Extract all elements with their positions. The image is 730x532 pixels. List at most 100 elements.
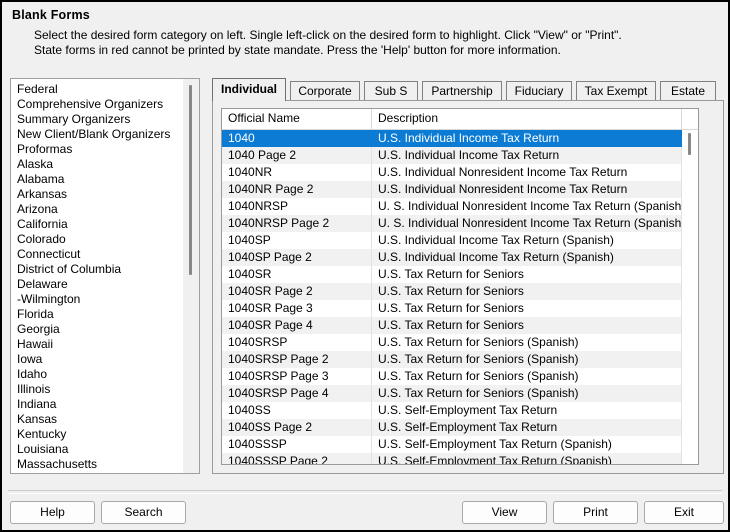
- cell-official-name: 1040: [222, 130, 372, 147]
- category-list-item[interactable]: Comprehensive Organizers: [11, 97, 183, 112]
- cell-description: U.S. Tax Return for Seniors: [372, 266, 682, 283]
- cell-description: U.S. Tax Return for Seniors (Spanish): [372, 385, 682, 402]
- table-row[interactable]: 1040SRSP Page 2U.S. Tax Return for Senio…: [222, 351, 698, 368]
- table-row[interactable]: 1040SPU.S. Individual Income Tax Return …: [222, 232, 698, 249]
- category-list-item[interactable]: Kentucky: [11, 427, 183, 442]
- table-row[interactable]: 1040SP Page 2U.S. Individual Income Tax …: [222, 249, 698, 266]
- category-list-item[interactable]: Iowa: [11, 352, 183, 367]
- category-list-item[interactable]: California: [11, 217, 183, 232]
- table-row[interactable]: 1040SR Page 3U.S. Tax Return for Seniors: [222, 300, 698, 317]
- cell-official-name: 1040SRSP Page 2: [222, 351, 372, 368]
- cell-description: U.S. Tax Return for Seniors (Spanish): [372, 368, 682, 385]
- table-row[interactable]: 1040NRSP Page 2U. S. Individual Nonresid…: [222, 215, 698, 232]
- forms-grid-scrollbar-thumb[interactable]: [688, 133, 691, 155]
- tab-panel-individual: Official NameDescription 1040U.S. Indivi…: [212, 100, 724, 474]
- bottom-separator: [8, 490, 722, 494]
- cell-description: U.S. Individual Income Tax Return (Spani…: [372, 232, 682, 249]
- tab-strip: IndividualCorporateSub SPartnershipFiduc…: [212, 78, 724, 101]
- table-row[interactable]: 1040NR Page 2U.S. Individual Nonresident…: [222, 181, 698, 198]
- table-row[interactable]: 1040SRSP Page 4U.S. Tax Return for Senio…: [222, 385, 698, 402]
- category-list-item[interactable]: Proformas: [11, 142, 183, 157]
- table-row[interactable]: 1040SRU.S. Tax Return for Seniors: [222, 266, 698, 283]
- cell-description: U.S. Individual Nonresident Income Tax R…: [372, 164, 682, 181]
- category-list-item[interactable]: Delaware: [11, 277, 183, 292]
- cell-official-name: 1040SRSP Page 4: [222, 385, 372, 402]
- help-button[interactable]: Help: [10, 501, 95, 524]
- exit-button[interactable]: Exit: [644, 501, 724, 524]
- tab-sub-s[interactable]: Sub S: [364, 81, 418, 101]
- category-list-item[interactable]: Arizona: [11, 202, 183, 217]
- tab-individual[interactable]: Individual: [212, 78, 286, 101]
- cell-official-name: 1040SP Page 2: [222, 249, 372, 266]
- cell-official-name: 1040SS Page 2: [222, 419, 372, 436]
- table-row[interactable]: 1040SRSPU.S. Tax Return for Seniors (Spa…: [222, 334, 698, 351]
- category-list-item[interactable]: -Wilmington: [11, 292, 183, 307]
- category-list: FederalComprehensive OrganizersSummary O…: [11, 79, 183, 474]
- cell-description: U.S. Individual Income Tax Return (Spani…: [372, 249, 682, 266]
- table-row[interactable]: 1040SR Page 4U.S. Tax Return for Seniors: [222, 317, 698, 334]
- category-list-item[interactable]: Georgia: [11, 322, 183, 337]
- category-list-item[interactable]: Maryland: [11, 472, 183, 474]
- table-row[interactable]: 1040SSSP Page 2U.S. Self-Employment Tax …: [222, 453, 698, 464]
- category-list-item[interactable]: New Client/Blank Organizers: [11, 127, 183, 142]
- category-list-item[interactable]: Idaho: [11, 367, 183, 382]
- cell-official-name: 1040SSSP: [222, 436, 372, 453]
- category-scrollbar-thumb[interactable]: [189, 85, 192, 275]
- instruction-line-1: Select the desired form category on left…: [34, 28, 622, 42]
- cell-official-name: 1040SR Page 2: [222, 283, 372, 300]
- table-row[interactable]: 1040SSU.S. Self-Employment Tax Return: [222, 402, 698, 419]
- table-row[interactable]: 1040NRU.S. Individual Nonresident Income…: [222, 164, 698, 181]
- category-list-item[interactable]: Louisiana: [11, 442, 183, 457]
- cell-description: U.S. Individual Nonresident Income Tax R…: [372, 181, 682, 198]
- forms-grid[interactable]: Official NameDescription 1040U.S. Indivi…: [221, 108, 699, 465]
- cell-description: U.S. Self-Employment Tax Return (Spanish…: [372, 436, 682, 453]
- forms-grid-body: 1040U.S. Individual Income Tax Return104…: [222, 130, 698, 464]
- category-list-item[interactable]: Arkansas: [11, 187, 183, 202]
- category-list-item[interactable]: Colorado: [11, 232, 183, 247]
- table-row[interactable]: 1040SS Page 2U.S. Self-Employment Tax Re…: [222, 419, 698, 436]
- column-header-official-name[interactable]: Official Name: [222, 109, 372, 129]
- table-row[interactable]: 1040SRSP Page 3U.S. Tax Return for Senio…: [222, 368, 698, 385]
- table-row[interactable]: 1040U.S. Individual Income Tax Return: [222, 130, 698, 147]
- category-scrollbar[interactable]: [183, 79, 199, 473]
- category-list-item[interactable]: Florida: [11, 307, 183, 322]
- tab-corporate[interactable]: Corporate: [290, 81, 360, 101]
- tab-tax-exempt[interactable]: Tax Exempt: [576, 81, 656, 101]
- view-button[interactable]: View: [462, 501, 547, 524]
- table-row[interactable]: 1040SSSPU.S. Self-Employment Tax Return …: [222, 436, 698, 453]
- cell-official-name: 1040SRSP Page 3: [222, 368, 372, 385]
- category-list-item[interactable]: Connecticut: [11, 247, 183, 262]
- category-list-item[interactable]: Massachusetts: [11, 457, 183, 472]
- table-row[interactable]: 1040NRSPU. S. Individual Nonresident Inc…: [222, 198, 698, 215]
- table-row[interactable]: 1040SR Page 2U.S. Tax Return for Seniors: [222, 283, 698, 300]
- category-list-item[interactable]: Summary Organizers: [11, 112, 183, 127]
- category-list-item[interactable]: District of Columbia: [11, 262, 183, 277]
- cell-official-name: 1040SSSP Page 2: [222, 453, 372, 464]
- instruction-line-2: State forms in red cannot be printed by …: [34, 43, 561, 57]
- table-row[interactable]: 1040 Page 2U.S. Individual Income Tax Re…: [222, 147, 698, 164]
- category-list-item[interactable]: Kansas: [11, 412, 183, 427]
- category-list-item[interactable]: Hawaii: [11, 337, 183, 352]
- tab-estate[interactable]: Estate: [660, 81, 716, 101]
- tab-fiduciary[interactable]: Fiduciary: [506, 81, 572, 101]
- category-listbox[interactable]: FederalComprehensive OrganizersSummary O…: [10, 78, 200, 474]
- cell-description: U.S. Tax Return for Seniors: [372, 300, 682, 317]
- category-list-item[interactable]: Alaska: [11, 157, 183, 172]
- category-list-item[interactable]: Indiana: [11, 397, 183, 412]
- cell-official-name: 1040SP: [222, 232, 372, 249]
- cell-official-name: 1040SR Page 3: [222, 300, 372, 317]
- category-list-item[interactable]: Alabama: [11, 172, 183, 187]
- column-header-spacer: [682, 109, 698, 129]
- cell-description: U. S. Individual Nonresident Income Tax …: [372, 215, 682, 232]
- cell-description: U.S. Self-Employment Tax Return (Spanish…: [372, 453, 682, 464]
- search-button[interactable]: Search: [101, 501, 186, 524]
- category-list-item[interactable]: Illinois: [11, 382, 183, 397]
- tab-partnership[interactable]: Partnership: [422, 81, 502, 101]
- forms-grid-header: Official NameDescription: [222, 109, 698, 130]
- print-button[interactable]: Print: [553, 501, 638, 524]
- category-list-item[interactable]: Federal: [11, 82, 183, 97]
- column-header-description[interactable]: Description: [372, 109, 682, 129]
- cell-description: U.S. Individual Income Tax Return: [372, 130, 682, 147]
- cell-official-name: 1040SS: [222, 402, 372, 419]
- forms-grid-scrollbar[interactable]: [682, 130, 698, 464]
